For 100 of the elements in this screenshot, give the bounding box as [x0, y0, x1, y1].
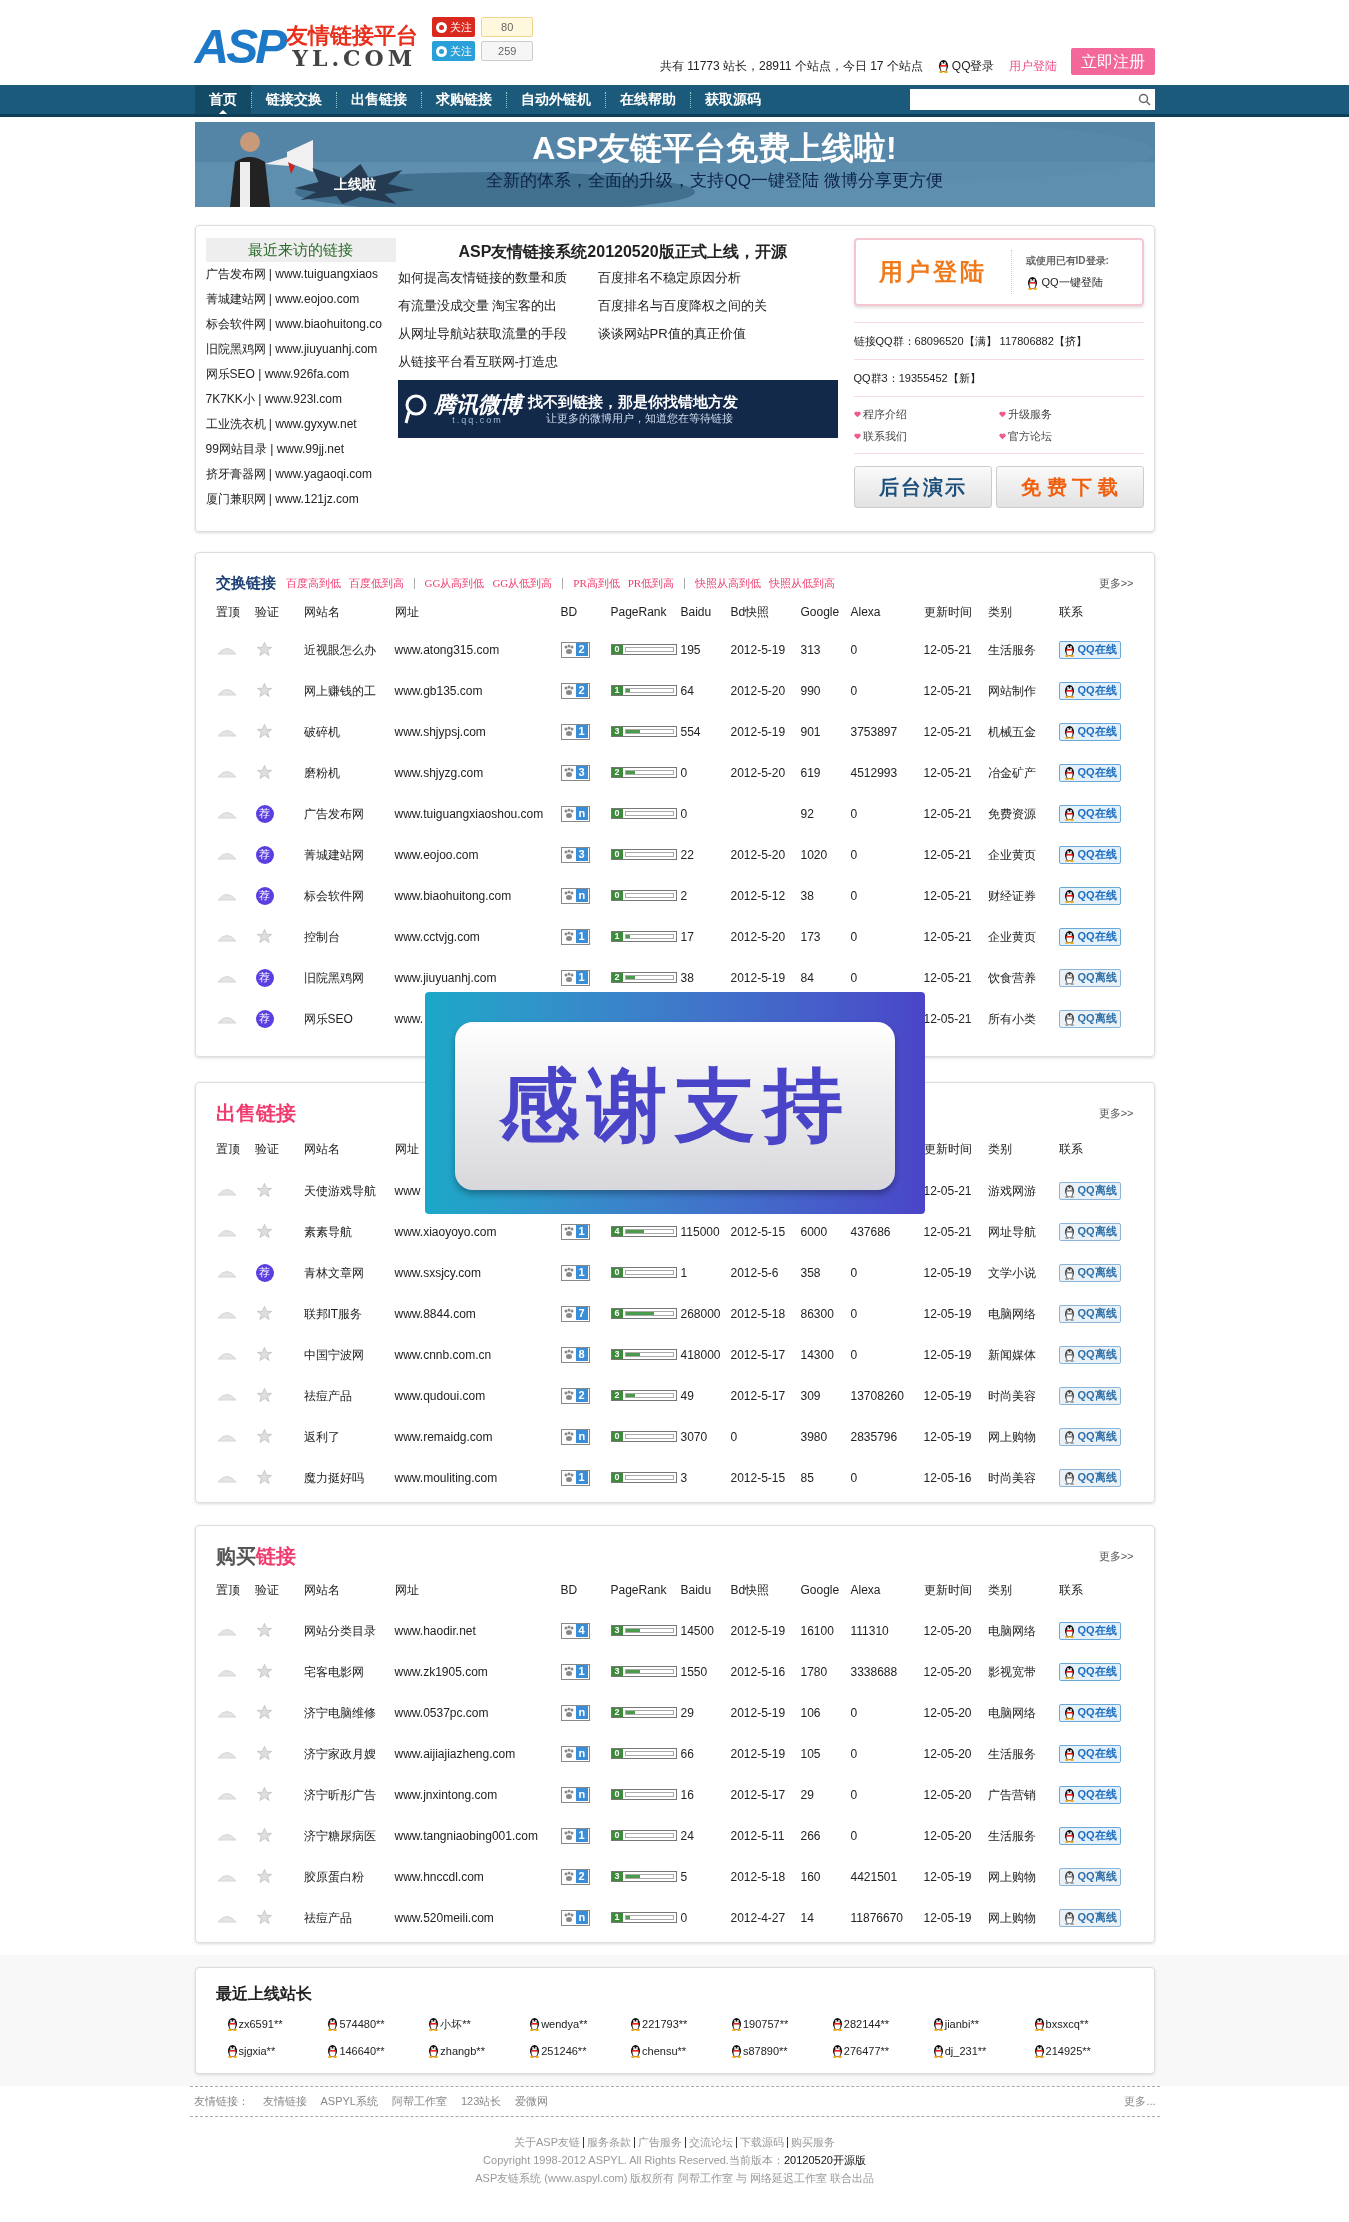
- user-link[interactable]: 214925**: [1032, 2042, 1134, 2059]
- nav-tab[interactable]: 获取源码: [690, 85, 775, 114]
- user-link[interactable]: chensu**: [629, 2042, 730, 2059]
- sort-link[interactable]: 百度低到高: [348, 574, 404, 592]
- news-link[interactable]: 如何提高友情链接的数量和质: [397, 264, 598, 292]
- friend-link[interactable]: 123站长: [460, 2093, 502, 2110]
- nav-tab[interactable]: 自动外链机: [506, 85, 605, 114]
- user-link[interactable]: zhangb**: [427, 2042, 529, 2059]
- recent-link[interactable]: 广告发布网 | www.tuiguangxiaos: [205, 262, 396, 287]
- qq-status-button[interactable]: QQ在线: [1058, 1662, 1121, 1681]
- qq-status-button[interactable]: QQ离线: [1058, 1263, 1121, 1282]
- qq-status-button[interactable]: QQ在线: [1058, 1621, 1121, 1640]
- recent-link[interactable]: 99网站目录 | www.99jj.net: [205, 437, 396, 462]
- friend-link[interactable]: 爱微网: [515, 2093, 549, 2110]
- qq-status-button[interactable]: QQ在线: [1058, 886, 1121, 905]
- friend-link[interactable]: 友情链接: [262, 2093, 307, 2110]
- user-link[interactable]: wendya**: [528, 2016, 630, 2033]
- user-link[interactable]: 276477**: [830, 2042, 932, 2059]
- sort-link[interactable]: 百度高到低: [285, 574, 341, 592]
- qq-status-button[interactable]: QQ离线: [1058, 1867, 1121, 1886]
- qq-status-button[interactable]: QQ在线: [1058, 681, 1121, 700]
- news-headline[interactable]: ASP友情链接系统20120520版正式上线，开源: [397, 240, 848, 264]
- recommend-badge: 荐: [255, 1009, 274, 1028]
- friend-link[interactable]: 阿帮工作室: [391, 2093, 447, 2110]
- qq-status-button[interactable]: QQ离线: [1058, 1304, 1121, 1323]
- nav-tab[interactable]: 首页: [194, 85, 251, 114]
- nav-tab[interactable]: 在线帮助: [605, 85, 690, 114]
- nav-tab[interactable]: 求购链接: [421, 85, 506, 114]
- more-link[interactable]: 更多>>: [1098, 1547, 1134, 1565]
- more-link[interactable]: 更多>>: [1098, 574, 1134, 592]
- friend-link[interactable]: ASPYL系统: [320, 2093, 378, 2110]
- sort-link[interactable]: GG从高到低: [424, 574, 485, 592]
- more-link[interactable]: 更多>>: [1098, 1104, 1134, 1122]
- news-link[interactable]: 从链接平台看互联网-打造忠: [397, 348, 598, 376]
- user-link[interactable]: jianbi**: [931, 2016, 1033, 2033]
- qq-status-button[interactable]: QQ离线: [1058, 1908, 1121, 1927]
- sort-link[interactable]: PR低到高: [627, 574, 675, 592]
- qq-status-button[interactable]: QQ离线: [1058, 1427, 1121, 1446]
- news-link[interactable]: 百度排名不稳定原因分析: [597, 264, 848, 292]
- recent-link[interactable]: 旧院黑鸡网 | www.jiuyuanhj.com: [205, 337, 396, 362]
- nav-tab[interactable]: 链接交换: [251, 85, 336, 114]
- qq-status-button[interactable]: QQ在线: [1058, 722, 1121, 741]
- news-link[interactable]: 有流量没成交量 淘宝客的出: [397, 292, 598, 320]
- qq-status-button[interactable]: QQ离线: [1058, 1009, 1121, 1028]
- info-link[interactable]: 官方论坛: [998, 425, 1144, 447]
- star-icon: [255, 1346, 273, 1363]
- user-link[interactable]: 221793**: [629, 2016, 730, 2033]
- qq-status-button[interactable]: QQ在线: [1058, 804, 1121, 823]
- sort-link[interactable]: 快照从高到低: [695, 574, 762, 592]
- more-link[interactable]: 更多...: [1124, 2093, 1156, 2110]
- news-link[interactable]: 谈谈网站PR值的真正价值: [597, 320, 848, 348]
- qq-status-button[interactable]: QQ在线: [1058, 1785, 1121, 1804]
- info-link[interactable]: 程序介绍: [853, 403, 999, 425]
- recent-link[interactable]: 标会软件网 | www.biaohuitong.co: [205, 312, 396, 337]
- recent-link[interactable]: 工业洗衣机 | www.gyxyw.net: [205, 412, 396, 437]
- user-link[interactable]: 251246**: [528, 2042, 630, 2059]
- qq-status-button[interactable]: QQ离线: [1058, 1468, 1121, 1487]
- qq-status-button[interactable]: QQ离线: [1058, 1386, 1121, 1405]
- qq-status-button[interactable]: QQ在线: [1058, 927, 1121, 946]
- recent-link[interactable]: 网乐SEO | www.926fa.com: [205, 362, 396, 387]
- search-field[interactable]: [909, 89, 1155, 110]
- user-login-link[interactable]: 用户登陆: [1008, 57, 1057, 75]
- qq-status-button[interactable]: QQ在线: [1058, 1744, 1121, 1763]
- info-link[interactable]: 联系我们: [853, 425, 999, 447]
- user-link[interactable]: dj_231**: [931, 2042, 1033, 2059]
- info-link[interactable]: 升级服务: [998, 403, 1144, 425]
- qq-status-button[interactable]: QQ在线: [1058, 1826, 1121, 1845]
- baidu-count: 24: [680, 1827, 694, 1845]
- qq-one-click-login[interactable]: QQ一键登陆: [1025, 274, 1109, 291]
- qq-status-button[interactable]: QQ离线: [1058, 968, 1121, 987]
- qq-status-button[interactable]: QQ在线: [1058, 763, 1121, 782]
- user-link[interactable]: 小坏**: [427, 2016, 529, 2033]
- recent-link[interactable]: 菁城建站网 | www.eojoo.com: [205, 287, 396, 312]
- qq-status-button[interactable]: QQ在线: [1058, 1703, 1121, 1722]
- follow-button[interactable]: 关注: [432, 17, 476, 37]
- recent-link[interactable]: 厦门兼职网 | www.121jz.com: [205, 487, 396, 512]
- nav-tab[interactable]: 出售链接: [336, 85, 421, 114]
- user-link[interactable]: 282144**: [830, 2016, 932, 2033]
- qq-status-button[interactable]: QQ离线: [1058, 1345, 1121, 1364]
- snapshot-date: 2012-5-11: [730, 1827, 785, 1845]
- user-link[interactable]: 190757**: [729, 2016, 831, 2033]
- qq-status-button[interactable]: QQ在线: [1058, 845, 1121, 864]
- user-link[interactable]: 574480**: [326, 2016, 428, 2033]
- qq-status-button[interactable]: QQ离线: [1058, 1222, 1121, 1241]
- user-link[interactable]: zx6591**: [225, 2016, 327, 2033]
- qq-status-button[interactable]: QQ离线: [1058, 1181, 1121, 1200]
- qq-login-link[interactable]: QQ登录: [936, 57, 995, 75]
- user-link[interactable]: bxsxcq**: [1032, 2016, 1134, 2033]
- news-link[interactable]: 从网址导航站获取流量的手段: [397, 320, 598, 348]
- sort-link[interactable]: GG从低到高: [492, 574, 553, 592]
- qq-status-button[interactable]: QQ在线: [1058, 640, 1121, 659]
- demo-button[interactable]: 后台演示: [853, 466, 992, 508]
- sort-link[interactable]: 快照从低到高: [769, 574, 836, 592]
- sort-link[interactable]: PR高到低: [573, 574, 620, 592]
- user-link[interactable]: sjgxia**: [225, 2042, 327, 2059]
- user-link[interactable]: s87890**: [729, 2042, 831, 2059]
- recent-link[interactable]: 挤牙膏器网 | www.yagaoqi.com: [205, 462, 396, 487]
- recent-link[interactable]: 7K7KK小 | www.923l.com: [205, 387, 396, 412]
- user-link[interactable]: 146640**: [326, 2042, 428, 2059]
- news-link[interactable]: 百度排名与百度降权之间的关: [597, 292, 848, 320]
